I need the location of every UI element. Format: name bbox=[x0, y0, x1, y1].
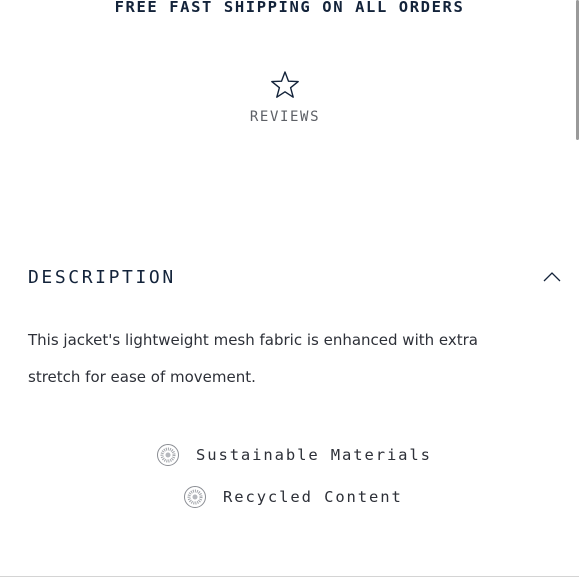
shipping-banner: FREE FAST SHIPPING ON ALL ORDERS bbox=[114, 0, 465, 16]
feature-recycled-content: Recycled Content bbox=[183, 485, 403, 509]
sustainability-badge-icon bbox=[157, 444, 179, 466]
chevron-up-icon[interactable] bbox=[542, 271, 562, 283]
feature-sustainable-materials: Sustainable Materials bbox=[156, 443, 432, 467]
star-outline-icon bbox=[271, 71, 299, 98]
feature-label: Sustainable Materials bbox=[196, 446, 432, 464]
recycled-badge-icon bbox=[184, 486, 206, 508]
description-accordion-header[interactable]: DESCRIPTION bbox=[28, 263, 562, 291]
reviews-button[interactable]: REVIEWS bbox=[245, 70, 325, 125]
description-text: This jacket's lightweight mesh fabric is… bbox=[28, 331, 478, 386]
description-title: DESCRIPTION bbox=[28, 266, 176, 288]
divider bbox=[0, 576, 579, 577]
feature-label: Recycled Content bbox=[223, 488, 403, 506]
reviews-label: REVIEWS bbox=[249, 109, 321, 125]
